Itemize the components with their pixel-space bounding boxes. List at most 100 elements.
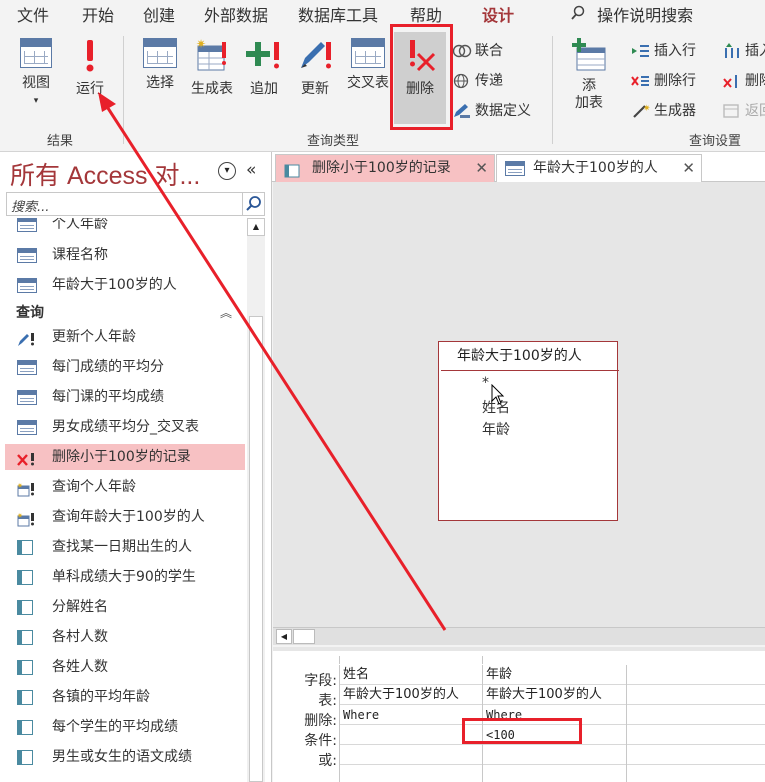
union-button[interactable]: 联合 bbox=[452, 40, 503, 60]
table-field-list[interactable]: 年龄大于100岁的人 * 姓名 年龄 bbox=[438, 341, 619, 521]
nav-item-query[interactable]: 男生或女生的语文成绩 bbox=[5, 744, 245, 770]
menu-help[interactable]: 帮助 bbox=[410, 2, 442, 26]
delete-rows-button[interactable]: 删除行 bbox=[631, 70, 696, 90]
insert-columns-button[interactable]: 插入 bbox=[722, 40, 765, 60]
tab-delete-query[interactable]: 删除小于100岁的记录 ✕ bbox=[275, 154, 495, 182]
data-definition-button[interactable]: 数据定义 bbox=[452, 100, 531, 120]
nav-search-input[interactable]: 搜索... bbox=[6, 192, 265, 216]
nav-item-query[interactable]: 每门成绩的平均分 bbox=[5, 354, 245, 380]
return-button[interactable]: 返回 bbox=[722, 100, 765, 120]
scroll-thumb[interactable] bbox=[293, 629, 315, 644]
nav-menu-dropdown-icon[interactable]: ▾ bbox=[218, 162, 236, 180]
close-tab-icon[interactable]: ✕ bbox=[475, 155, 488, 181]
grid-cell-empty[interactable] bbox=[627, 725, 765, 745]
grid-cell-table[interactable]: 年龄大于100岁的人 bbox=[483, 685, 627, 705]
nav-scrollbar[interactable]: ▲ bbox=[247, 218, 265, 782]
select-query-button[interactable]: 选择 bbox=[140, 38, 180, 92]
grid-column-empty[interactable] bbox=[626, 665, 765, 782]
update-label: 更新 bbox=[301, 81, 329, 97]
nav-item-query[interactable]: 各姓人数 bbox=[5, 654, 245, 680]
add-table-icon bbox=[571, 38, 607, 74]
grid-cell-field[interactable]: 姓名 bbox=[340, 665, 483, 685]
nav-item-query[interactable]: 男女成绩平均分_交叉表 bbox=[5, 414, 245, 440]
menu-create[interactable]: 创建 bbox=[143, 2, 175, 26]
nav-item-table[interactable]: 课程名称 bbox=[5, 242, 245, 268]
data-definition-icon bbox=[452, 103, 472, 119]
nav-item-query[interactable]: 每个学生的平均成绩 bbox=[5, 714, 245, 740]
scroll-up-icon[interactable]: ▲ bbox=[247, 218, 265, 236]
nav-section-queries[interactable]: 查询 bbox=[16, 302, 44, 322]
make-table-button[interactable]: ✷ 生成表 bbox=[188, 37, 236, 98]
grid-cell-or[interactable] bbox=[340, 745, 483, 765]
tell-me-label: 操作说明搜索 bbox=[597, 6, 694, 25]
tab-table[interactable]: 年龄大于100岁的人 ✕ bbox=[496, 154, 702, 182]
field-list-item[interactable]: * bbox=[482, 375, 489, 391]
menu-home[interactable]: 开始 bbox=[82, 2, 114, 26]
union-label: 联合 bbox=[475, 43, 503, 59]
column-selector[interactable] bbox=[482, 656, 626, 664]
nav-item-query[interactable]: 更新个人年龄 bbox=[5, 324, 245, 350]
view-button[interactable]: 视图 ▾ bbox=[16, 38, 56, 106]
column-selector[interactable] bbox=[339, 656, 482, 664]
run-button[interactable]: 运行 bbox=[70, 38, 110, 98]
lightbulb-search-icon bbox=[570, 5, 592, 25]
insert-rows-icon bbox=[631, 43, 651, 59]
nav-pane-title[interactable]: 所有 Access 对... bbox=[10, 156, 200, 192]
nav-item-query[interactable]: 单科成绩大于90的学生 bbox=[5, 564, 245, 590]
query-design-pane[interactable]: 年龄大于100岁的人 * 姓名 年龄 bbox=[273, 182, 765, 627]
update-button[interactable]: 更新 bbox=[297, 38, 333, 98]
search-icon[interactable] bbox=[242, 193, 264, 215]
grid-cell-or[interactable] bbox=[483, 745, 627, 765]
nav-item-label: 更新个人年龄 bbox=[52, 329, 136, 345]
nav-item-query[interactable]: 各村人数 bbox=[5, 624, 245, 650]
field-list-title[interactable]: 年龄大于100岁的人 bbox=[441, 342, 619, 371]
grid-cell-table[interactable]: 年龄大于100岁的人 bbox=[340, 685, 483, 705]
close-tab-icon[interactable]: ✕ bbox=[682, 155, 695, 181]
nav-item-query[interactable]: 分解姓名 bbox=[5, 594, 245, 620]
data-definition-label: 数据定义 bbox=[475, 103, 531, 119]
nav-item-table[interactable]: 年龄大于100岁的人 bbox=[5, 272, 245, 298]
grid-cell-empty[interactable] bbox=[627, 705, 765, 725]
return-icon bbox=[722, 103, 742, 119]
insert-columns-label: 插入 bbox=[745, 43, 765, 59]
tell-me-search[interactable]: 操作说明搜索 bbox=[570, 2, 693, 26]
nav-item-label: 分解姓名 bbox=[52, 599, 108, 615]
row-label-delete: 删除: bbox=[304, 713, 337, 729]
nav-item-query[interactable]: 各镇的平均年龄 bbox=[5, 684, 245, 710]
insert-rows-button[interactable]: 插入行 bbox=[631, 40, 696, 60]
menu-design[interactable]: 设计 bbox=[482, 2, 514, 26]
table-icon bbox=[17, 218, 37, 232]
menu-file[interactable]: 文件 bbox=[17, 2, 49, 26]
field-list-item[interactable]: 年龄 bbox=[482, 419, 510, 439]
nav-item-query[interactable]: ✷ 查询个人年龄 bbox=[5, 474, 245, 500]
design-horizontal-scrollbar[interactable]: ◀ bbox=[273, 627, 765, 645]
pass-through-button[interactable]: 传递 bbox=[452, 70, 503, 90]
shutter-bar-close-icon[interactable]: « bbox=[246, 160, 256, 180]
grid-cell-field[interactable]: 年龄 bbox=[483, 665, 627, 685]
menu-external-data[interactable]: 外部数据 bbox=[204, 2, 268, 26]
datasheet-view-icon bbox=[20, 38, 52, 68]
delete-columns-button[interactable]: 删除 bbox=[722, 70, 765, 90]
make-table-query-icon: ✷ bbox=[17, 480, 37, 497]
builder-button[interactable]: ✷ 生成器 bbox=[631, 100, 696, 120]
nav-item-query[interactable]: 每门课的平均成绩 bbox=[5, 384, 245, 410]
menu-database-tools[interactable]: 数据库工具 bbox=[298, 2, 378, 26]
grid-cell-empty[interactable] bbox=[627, 745, 765, 765]
globe-icon bbox=[452, 73, 472, 89]
grid-column: 姓名 年龄大于100岁的人 Where bbox=[339, 665, 483, 782]
select-query-icon bbox=[143, 38, 177, 68]
scroll-left-icon[interactable]: ◀ bbox=[276, 629, 292, 644]
union-rings-icon bbox=[452, 43, 472, 59]
append-button[interactable]: 追加 bbox=[246, 38, 282, 98]
show-table-button[interactable]: 添 加表 bbox=[568, 38, 610, 112]
nav-item-label: 单科成绩大于90的学生 bbox=[52, 569, 196, 585]
collapse-section-icon[interactable]: ︽ bbox=[220, 304, 232, 321]
nav-item-query-selected[interactable]: 删除小于100岁的记录 bbox=[5, 444, 245, 470]
nav-item-query[interactable]: ✷ 查询年龄大于100岁的人 bbox=[5, 504, 245, 530]
grid-cell-empty[interactable] bbox=[627, 665, 765, 685]
crosstab-button[interactable]: 交叉表 bbox=[344, 38, 392, 92]
scroll-thumb[interactable] bbox=[249, 316, 263, 782]
grid-cell-empty[interactable] bbox=[627, 685, 765, 705]
nav-item-query[interactable]: 查找某一日期出生的人 bbox=[5, 534, 245, 560]
nav-item-table[interactable]: 个人年龄 bbox=[5, 218, 245, 237]
